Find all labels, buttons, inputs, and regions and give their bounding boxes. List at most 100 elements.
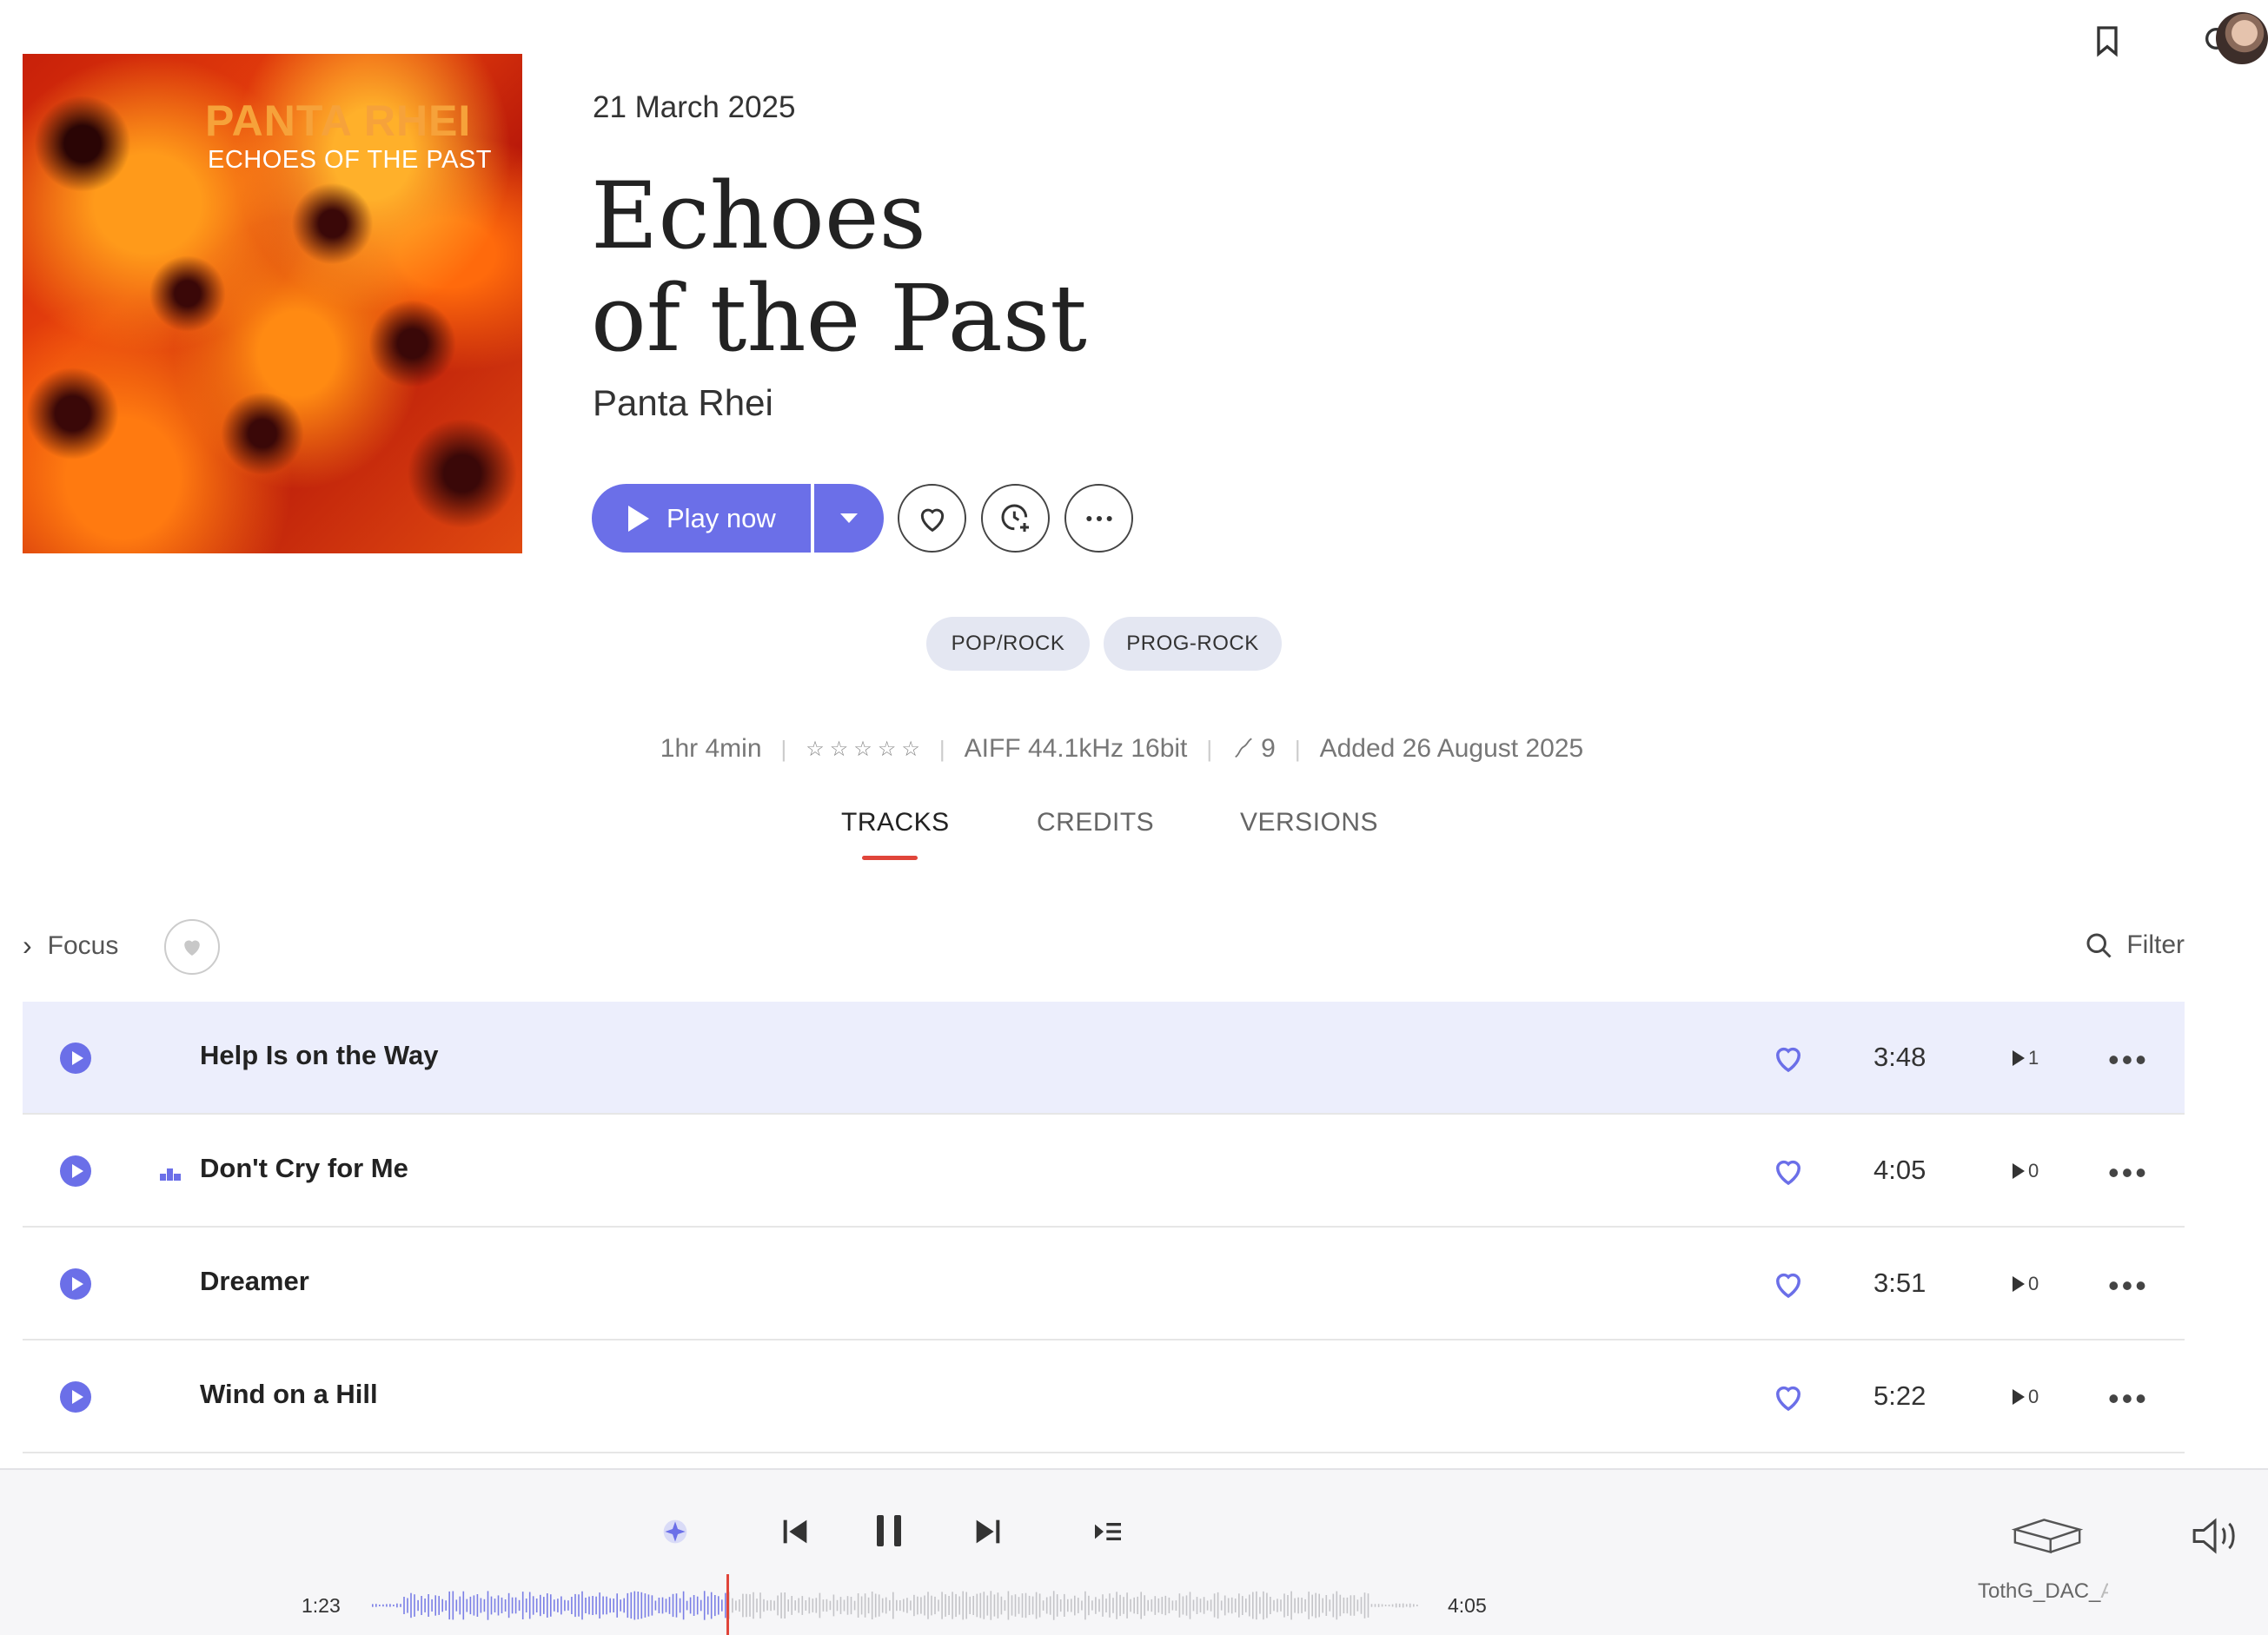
waveform-bar — [1297, 1597, 1299, 1614]
waveform-bar — [1067, 1599, 1069, 1612]
waveform-bar — [906, 1598, 908, 1613]
waveform-bar — [1028, 1595, 1031, 1615]
waveform-bar — [850, 1597, 852, 1615]
waveform-bar — [1095, 1597, 1097, 1614]
waveform-bar — [1056, 1594, 1058, 1617]
tab-versions[interactable]: VERSIONS — [1240, 808, 1378, 837]
skip-previous-icon[interactable] — [773, 1510, 817, 1553]
waveform-bar — [507, 1592, 510, 1618]
dac-device-icon[interactable] — [2006, 1512, 2089, 1560]
play-now-button[interactable]: Play now — [592, 484, 811, 553]
heart-icon[interactable] — [1770, 1040, 1807, 1076]
waveform-bar — [808, 1597, 811, 1614]
waveform-bar — [487, 1591, 489, 1620]
waveform-bar — [1370, 1604, 1373, 1607]
waveform-bar — [403, 1597, 405, 1614]
avatar[interactable] — [2216, 12, 2268, 64]
track-duration: 4:05 — [1873, 1155, 1926, 1185]
waveform-bar — [528, 1592, 531, 1619]
waveform-bar — [1119, 1594, 1121, 1617]
waveform-bar — [763, 1599, 765, 1612]
device-name[interactable]: TothG_DAC_A — [1978, 1579, 2108, 1604]
waveform-bar — [710, 1592, 713, 1619]
focus-favorites-button[interactable] — [164, 919, 220, 975]
waveform-bar — [1332, 1593, 1335, 1618]
play-count-value: 0 — [2028, 1386, 2039, 1407]
heart-icon[interactable] — [1770, 1153, 1807, 1189]
waveform-bar — [1147, 1599, 1149, 1612]
waveform-bar — [1353, 1595, 1356, 1616]
waveform-bar — [721, 1599, 723, 1612]
waveform-seekbar[interactable] — [372, 1581, 1420, 1630]
favorite-button[interactable] — [898, 484, 966, 553]
tag-prog-rock[interactable]: PROG-ROCK — [1104, 617, 1282, 671]
playhead[interactable] — [726, 1574, 729, 1635]
play-track-icon[interactable] — [60, 1155, 91, 1187]
waveform-bar — [689, 1597, 692, 1614]
volume-icon[interactable] — [2185, 1512, 2245, 1560]
waveform-bar — [396, 1603, 398, 1608]
tracks-icon — [1235, 738, 1252, 758]
tab-tracks[interactable]: TRACKS — [841, 808, 950, 837]
waveform-bar — [1409, 1603, 1411, 1608]
heart-icon[interactable] — [1770, 1379, 1807, 1415]
waveform-bar — [511, 1597, 514, 1614]
star-icon[interactable]: ☆ — [853, 737, 872, 762]
waveform-bar — [969, 1596, 971, 1614]
skip-next-icon[interactable] — [966, 1510, 1010, 1553]
star-icon[interactable]: ☆ — [878, 737, 897, 762]
waveform-bar — [696, 1596, 699, 1615]
waveform-bar — [903, 1599, 905, 1612]
more-dots-icon[interactable]: ••• — [2108, 1380, 2149, 1417]
waveform-bar — [393, 1605, 395, 1606]
more-options-button[interactable] — [1064, 484, 1133, 553]
bookmark-icon[interactable] — [2086, 19, 2129, 63]
star-icon[interactable]: ☆ — [806, 737, 825, 762]
waveform-bar — [665, 1599, 667, 1612]
table-row[interactable]: Dreamer 3:51 0 ••• — [23, 1228, 2185, 1340]
waveform-bar — [1234, 1599, 1237, 1612]
heart-icon[interactable] — [1770, 1266, 1807, 1302]
play-track-icon[interactable] — [60, 1043, 91, 1074]
waveform-bar — [885, 1597, 887, 1614]
table-row[interactable]: Help Is on the Way 3:48 1 ••• — [23, 1002, 2185, 1115]
waveform-bar — [414, 1594, 415, 1617]
more-dots-icon[interactable]: ••• — [2108, 1155, 2149, 1191]
waveform-bar — [1343, 1597, 1345, 1614]
heart-icon — [920, 508, 944, 532]
album-duration: 1hr 4min — [660, 734, 762, 763]
track-title: Dreamer — [200, 1266, 309, 1296]
rating-stars[interactable]: ☆ ☆ ☆ ☆ ☆ — [806, 737, 920, 762]
table-row[interactable]: Wind on a Hill 5:22 0 ••• — [23, 1340, 2185, 1453]
date-added: Added 26 August 2025 — [1319, 734, 1584, 763]
star-icon[interactable]: ☆ — [901, 737, 920, 762]
play-track-icon[interactable] — [60, 1381, 91, 1413]
waveform-bar — [759, 1592, 761, 1618]
queue-icon[interactable] — [1086, 1510, 1130, 1553]
waveform-bar — [514, 1597, 517, 1614]
waveform-bar — [1273, 1599, 1275, 1612]
artist-name[interactable]: Panta Rhei — [593, 382, 773, 424]
more-dots-icon[interactable]: ••• — [2108, 1268, 2149, 1304]
pause-glyph — [877, 1515, 901, 1546]
focus-toggle[interactable]: › Focus — [23, 930, 118, 962]
play-track-icon[interactable] — [60, 1268, 91, 1300]
pause-icon[interactable] — [867, 1505, 911, 1557]
track-count: 9 — [1231, 734, 1276, 764]
waveform-bar — [588, 1596, 590, 1615]
add-to-queue-button[interactable] — [981, 484, 1050, 553]
table-row[interactable]: Don't Cry for Me 4:05 0 ••• — [23, 1115, 2185, 1228]
star-icon[interactable]: ☆ — [830, 737, 849, 762]
waveform-bar — [826, 1599, 828, 1612]
sparkle-icon[interactable] — [653, 1510, 697, 1553]
waveform-bar — [525, 1599, 527, 1612]
play-options-dropdown[interactable] — [814, 484, 884, 553]
waveform-bar — [1182, 1596, 1184, 1615]
tag-pop-rock[interactable]: POP/ROCK — [926, 617, 1090, 671]
elapsed-time: 1:23 — [302, 1594, 341, 1617]
waveform-bar — [1154, 1596, 1157, 1615]
tab-credits[interactable]: CREDITS — [1037, 808, 1154, 837]
more-dots-icon[interactable]: ••• — [2108, 1042, 2149, 1078]
filter-button[interactable]: Filter — [2083, 930, 2185, 961]
waveform-bar — [1133, 1597, 1135, 1614]
